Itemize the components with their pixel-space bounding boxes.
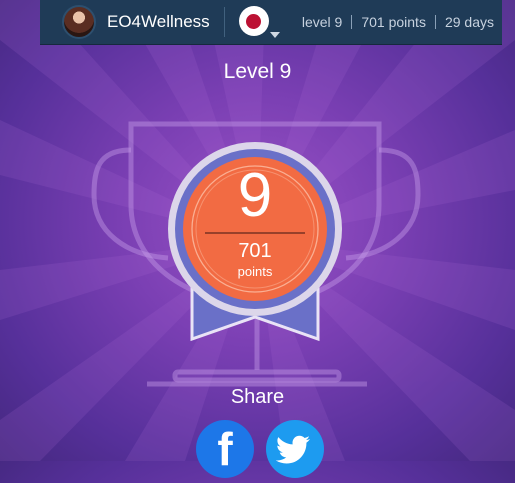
level-title: Level 9	[223, 60, 292, 83]
level-stat: level 9	[301, 14, 343, 30]
points-value: 701	[238, 240, 272, 262]
divider	[223, 7, 225, 37]
stat-divider	[434, 15, 436, 29]
user-avatar[interactable]	[62, 5, 96, 39]
points-stat: 701 points	[361, 14, 426, 30]
days-stat: 29 days	[444, 14, 494, 30]
twitter-icon	[275, 435, 310, 464]
user-stats: level 9 701 points 29 days	[302, 14, 494, 30]
level-number: 9	[237, 161, 273, 230]
username[interactable]: EO4Wellness	[107, 12, 210, 32]
twitter-share-button[interactable]	[266, 420, 324, 478]
points-label: points	[237, 264, 273, 279]
chevron-down-icon	[269, 32, 280, 38]
stat-divider	[351, 15, 353, 29]
japan-flag-icon	[238, 6, 269, 36]
facebook-share-button[interactable]: f	[196, 420, 254, 478]
top-bar: EO4Wellness level 9 701 points 29 days	[40, 0, 502, 45]
language-selector[interactable]	[238, 6, 280, 38]
share-title: Share	[230, 386, 285, 408]
facebook-icon: f	[217, 423, 233, 475]
